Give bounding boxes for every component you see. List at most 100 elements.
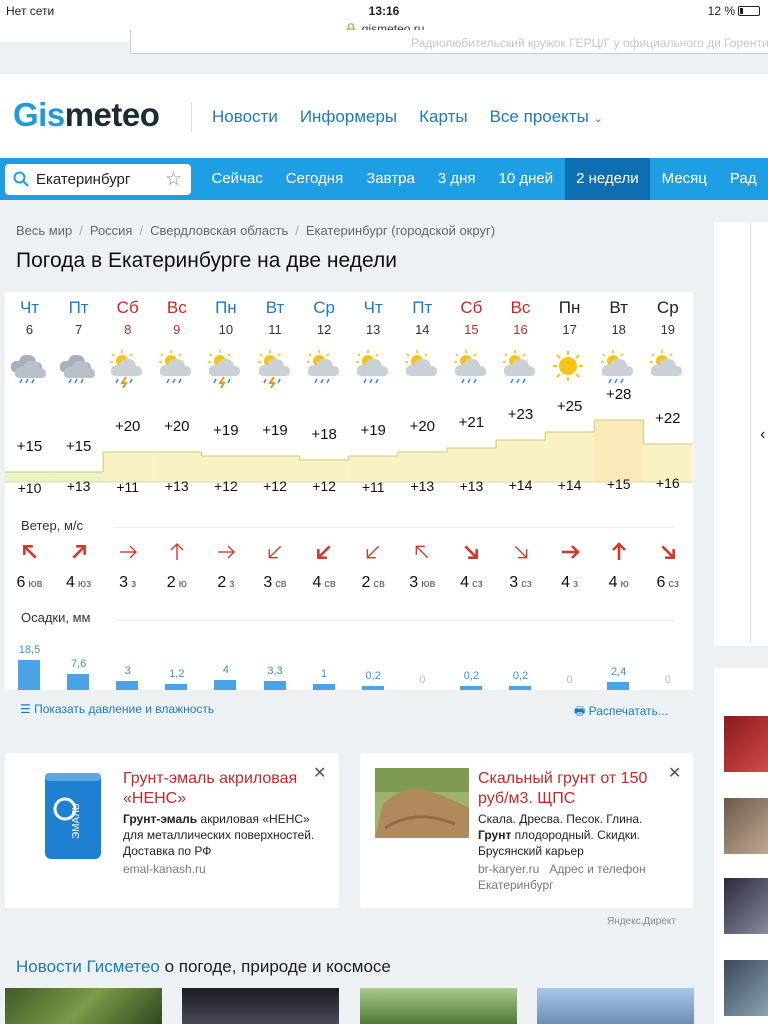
precip-bar: [361, 685, 384, 690]
day-header: Чт 6: [5, 298, 54, 337]
precip-bar: [509, 685, 531, 690]
sun-cloud-storm-icon: [108, 348, 146, 393]
ad-card-1[interactable]: ЭМАЛЬ ✕ Грунт-эмаль акриловая «НЕНС» Гру…: [5, 753, 339, 908]
news-thumbnail[interactable]: [537, 988, 694, 1024]
tab-0[interactable]: Сейчас: [200, 158, 274, 200]
breadcrumb-item[interactable]: Россия: [90, 223, 133, 238]
banner-strip: Радиолюбительский кружок ГЕРЦ/Г у официа…: [130, 30, 768, 54]
precip-bar: [18, 660, 40, 690]
min-temperature: +12: [263, 478, 287, 495]
wind-direction: юз: [74, 578, 92, 590]
nav-all-projects[interactable]: Все проекты ⌄: [490, 107, 603, 127]
day-name: Вт: [265, 298, 285, 317]
yandex-direct-label[interactable]: Яндекс.Директ: [607, 916, 676, 927]
wind-direction: з: [128, 578, 137, 590]
tab-5[interactable]: 2 недели: [564, 158, 651, 200]
gismeteo-logo[interactable]: Gismeteo: [13, 96, 160, 134]
print-link[interactable]: 🖶 Распечатать...: [574, 702, 668, 723]
min-temperature: +14: [557, 476, 582, 493]
precip-value: 4: [222, 663, 229, 676]
news-thumbnail[interactable]: [724, 960, 768, 1016]
nav-news[interactable]: Новости: [212, 107, 278, 127]
news-thumbnail[interactable]: [360, 988, 517, 1024]
news-thumbnail[interactable]: [5, 988, 162, 1024]
day-date: 16: [513, 322, 528, 337]
tab-1[interactable]: Сегодня: [274, 158, 355, 200]
arrow-up-icon: [152, 542, 201, 567]
breadcrumb-item[interactable]: Екатеринбург (городской округ): [306, 223, 495, 238]
breadcrumb-item[interactable]: Весь мир: [16, 223, 72, 238]
precip-bar: [67, 673, 90, 690]
max-temperature: +20: [164, 418, 190, 435]
day-name: Вс: [510, 298, 531, 317]
news-thumbnail[interactable]: [182, 988, 339, 1024]
day-date: 18: [611, 322, 626, 337]
precip-value: 0: [566, 674, 573, 686]
sun-icon: [550, 348, 588, 393]
header-divider: [191, 102, 192, 132]
day-name: Пн: [215, 298, 237, 317]
ad-2-site-link[interactable]: br-karyer.ru: [478, 862, 539, 876]
temp-band-segment: [348, 456, 398, 482]
chevron-left-icon[interactable]: ‹: [760, 426, 765, 444]
arrow-up-left-icon: [5, 542, 54, 567]
day-name: Чт: [19, 298, 40, 317]
show-link-label: Показать давление и влажность: [34, 702, 215, 716]
two-week-forecast: Ветер, м/с Осадки, мм Чт 6 +15 +10 6 юв 18,5 П…: [5, 292, 693, 690]
precip-value: 7,6: [70, 657, 87, 670]
wind-speed-value: 4: [312, 574, 322, 591]
precip-value: 18,5: [18, 644, 41, 656]
arrow-right-icon: [103, 542, 152, 567]
sun-cloud-rain-icon: [452, 348, 490, 393]
ad-1-body: Грунт-эмаль акриловая «НЕНС» для металли…: [123, 811, 333, 859]
arrow-up-left-icon: [398, 542, 447, 567]
day-date: 11: [268, 322, 282, 337]
day-name: Чт: [363, 298, 383, 317]
breadcrumb-item[interactable]: Свердловская область: [150, 223, 288, 238]
site-header: Gismeteo Новости Информеры Карты Все про…: [0, 74, 768, 158]
news-heading-link[interactable]: Новости Гисметео: [16, 957, 160, 976]
max-temperature: +22: [655, 410, 681, 427]
ad-2-address-link[interactable]: Адрес и телефон: [549, 862, 645, 876]
tab-7[interactable]: Рад: [718, 158, 768, 200]
city-search-input[interactable]: Екатеринбург ☆: [5, 164, 191, 195]
max-temperature: +23: [507, 406, 534, 423]
nav-maps[interactable]: Карты: [419, 107, 467, 127]
min-temperature: +13: [164, 477, 189, 494]
print-link-label: Распечатать...: [588, 704, 668, 718]
show-pressure-humidity-link[interactable]: ☰ Показать давление и влажность: [20, 702, 214, 716]
favorite-star-icon[interactable]: ☆: [165, 168, 182, 191]
wind-speed: 3 сз: [496, 574, 545, 592]
day-date: 17: [562, 322, 577, 337]
clock: 13:16: [368, 4, 400, 18]
day-header: Пн 10: [201, 298, 250, 337]
banner-text: Радиолюбительский кружок ГЕРЦ/Г у официа…: [411, 36, 768, 50]
news-thumbnail[interactable]: [724, 798, 768, 854]
battery-status: 12 %: [708, 4, 760, 18]
ad-card-2[interactable]: ✕ Скальный грунт от 150 руб/м3. ЩПС Скал…: [360, 753, 693, 908]
news-thumbnail[interactable]: [724, 878, 768, 934]
wind-speed: 2 ю: [152, 574, 201, 592]
wind-speed: 6 сз: [643, 574, 692, 592]
wind-speed: 4 сз: [447, 574, 496, 592]
news-thumbnail[interactable]: [724, 716, 768, 772]
tab-4[interactable]: 10 дней: [487, 158, 565, 200]
max-temperature: +19: [360, 422, 386, 439]
wind-speed: 4 юз: [54, 574, 103, 592]
tab-2[interactable]: Завтра: [355, 158, 427, 200]
precip-bar: [116, 681, 139, 690]
arrow-down-right-icon: [447, 542, 496, 567]
tab-3[interactable]: 3 дня: [426, 158, 487, 200]
arrow-right-icon: [201, 542, 250, 567]
temp-band-segment: [545, 432, 595, 482]
max-temperature: +21: [458, 414, 485, 431]
sun-cloud-storm-icon: [206, 348, 244, 393]
tab-6[interactable]: Месяц: [650, 158, 718, 200]
ad-1-body-bold: Грунт-эмаль: [123, 812, 198, 826]
day-header: Вс 9: [152, 298, 201, 337]
day-date: 9: [173, 322, 181, 337]
period-tabs: Сейчас Сегодня Завтра 3 дня 10 дней 2 недели М…: [200, 158, 768, 200]
ad-1-site[interactable]: emal-kanash.ru: [123, 861, 206, 877]
wind-speed-value: 3: [409, 574, 419, 591]
nav-informers[interactable]: Информеры: [300, 107, 397, 127]
